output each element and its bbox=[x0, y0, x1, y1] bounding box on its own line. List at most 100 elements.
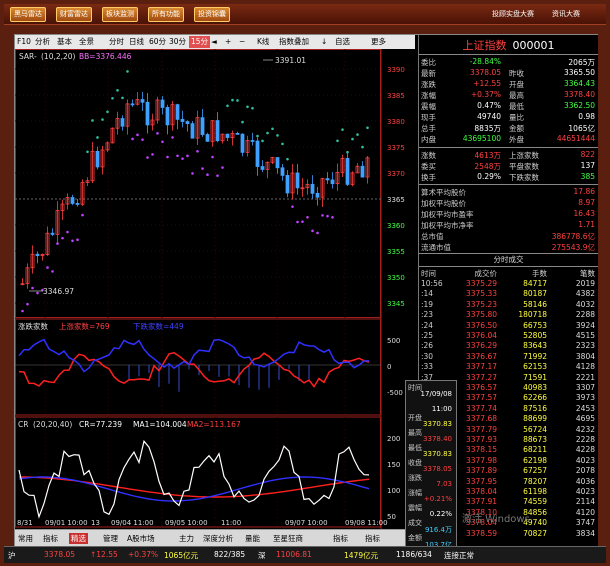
toolbar-60min[interactable]: 60分 bbox=[149, 36, 166, 48]
toolbar-15min[interactable]: 15分 bbox=[189, 36, 211, 48]
y-tick: 50 bbox=[387, 513, 396, 521]
quote-row: 内盘 43695100 外盘 44651444 bbox=[419, 134, 598, 144]
y-tick: 3355 bbox=[387, 248, 405, 256]
topbar-button-4[interactable]: 所有功能 bbox=[148, 7, 184, 22]
y-tick: 150 bbox=[387, 461, 400, 469]
topbar-button-5[interactable]: 投资锦囊 bbox=[194, 7, 230, 22]
status-item: 1186/634 bbox=[396, 550, 432, 559]
toolbar-overview[interactable]: 全景 bbox=[79, 36, 94, 48]
tick-price: 3376.67 bbox=[465, 351, 497, 361]
tab-manage[interactable]: 管理 bbox=[103, 533, 118, 544]
toolbar-zoom-in[interactable]: + bbox=[225, 36, 231, 48]
tick-row: :23 3375.80 180718 2288 bbox=[419, 310, 598, 320]
tick-price: 3376.50 bbox=[465, 320, 497, 330]
quote-label: 涨数 bbox=[421, 151, 436, 160]
quote-value: 8.97 bbox=[578, 198, 595, 207]
sar-dot bbox=[251, 106, 254, 110]
sar-dot bbox=[336, 139, 339, 143]
tick-row: 10:56 3375.29 84717 2019 bbox=[419, 279, 598, 289]
sar-dot bbox=[286, 157, 289, 161]
tick-header-count: 笔数 bbox=[580, 269, 595, 278]
quote-label: 上涨家数 bbox=[509, 151, 539, 160]
sar-dot bbox=[161, 140, 164, 144]
toolbar-daily[interactable]: 日线 bbox=[129, 36, 144, 48]
tick-header-volume: 手数 bbox=[532, 269, 547, 278]
sar-dot bbox=[206, 173, 209, 177]
sar-dot bbox=[211, 155, 214, 159]
toolbar-back[interactable]: ◄ bbox=[211, 36, 217, 48]
tick-list-title[interactable]: 分时成交 bbox=[419, 254, 598, 266]
sar-dot bbox=[356, 133, 359, 136]
quote-row: 最新 3378.05 昨收 3365.50 bbox=[419, 68, 598, 78]
quote-label: 最新 bbox=[421, 69, 436, 78]
toolbar-f10[interactable]: F10 bbox=[17, 36, 31, 48]
toolbar-basic[interactable]: 基本 bbox=[57, 36, 72, 48]
quote-value: 49740 bbox=[477, 112, 501, 121]
tab-star[interactable]: 至星狂商 bbox=[273, 533, 303, 544]
quote-value: 386778.6亿 bbox=[551, 232, 595, 241]
tab-selected[interactable]: 精选 bbox=[69, 533, 88, 544]
topbar-link-contest[interactable]: 投顾实盘大赛 bbox=[492, 9, 534, 19]
quote-value: 275543.9亿 bbox=[551, 243, 595, 252]
tick-count: 4128 bbox=[575, 362, 595, 372]
sar-params: (10,2,20) bbox=[41, 52, 76, 61]
tick-count: 2114 bbox=[575, 497, 595, 507]
panel2-up-label: 上涨家数=769 bbox=[59, 321, 110, 331]
y-tick: 3370 bbox=[387, 170, 405, 178]
quote-label: 震幅 bbox=[421, 102, 436, 111]
toolbar-zoom-out[interactable]: − bbox=[239, 36, 245, 48]
toolbar-watchlist[interactable]: 自选 bbox=[335, 36, 350, 48]
toolbar-kline[interactable]: K线 bbox=[257, 36, 269, 48]
tab-indicator-3[interactable]: 指标 bbox=[365, 533, 380, 544]
tick-volume: 88673 bbox=[523, 435, 547, 444]
toolbar-more[interactable]: 更多 bbox=[371, 36, 386, 48]
topbar-button-1[interactable]: 黑马雷达 bbox=[10, 7, 46, 22]
tick-volume: 88699 bbox=[523, 414, 547, 424]
toolbar-analysis[interactable]: 分析 bbox=[35, 36, 50, 48]
toolbar-intraday[interactable]: 分时 bbox=[109, 36, 124, 48]
quote-row: 涨幅 +0.37% 最高 3378.40 bbox=[419, 90, 598, 100]
sar-dot bbox=[321, 214, 324, 217]
tab-volume[interactable]: 量能 bbox=[245, 533, 260, 544]
quote-value: +12.55 bbox=[473, 79, 501, 88]
y-tick: 3350 bbox=[387, 274, 405, 282]
tick-volume: 52805 bbox=[523, 331, 547, 340]
topbar-button-3[interactable]: 板块监测 bbox=[102, 7, 138, 22]
tick-list-header: 时间 成交价 手数 笔数 bbox=[419, 268, 598, 278]
tick-row: :19 3375.23 58146 4032 bbox=[419, 300, 598, 310]
quote-value: 2065万 bbox=[568, 58, 595, 67]
tab-common[interactable]: 常用 bbox=[18, 533, 33, 544]
tooltip-value: 3370.83 bbox=[423, 420, 452, 428]
sar-dot bbox=[351, 137, 354, 141]
tick-price: 3376.04 bbox=[465, 331, 497, 340]
sar-dot bbox=[131, 137, 134, 141]
panel3-params: (20,20,40) bbox=[33, 420, 72, 429]
topbar-button-2[interactable]: 财富雷达 bbox=[56, 7, 92, 22]
tab-deep-analysis[interactable]: 深度分析 bbox=[203, 533, 233, 544]
sar-dot bbox=[106, 110, 109, 114]
tick-volume: 70827 bbox=[523, 528, 547, 538]
stock-chart[interactable]: SAR- (10,2,20) BB=3376.446 3391.01 3346.… bbox=[15, 49, 415, 529]
tick-row: :14 3375.33 80187 4382 bbox=[419, 289, 598, 299]
sar-dot bbox=[296, 220, 299, 224]
toolbar-30min[interactable]: 30分 bbox=[169, 36, 186, 48]
tick-price: 3376.29 bbox=[465, 341, 497, 351]
toolbar-down[interactable]: ↓ bbox=[321, 36, 327, 48]
topbar-link-news[interactable]: 资讯大赛 bbox=[552, 9, 580, 19]
toolbar-index-overlay[interactable]: 指数叠加 bbox=[279, 36, 309, 48]
quote-label: 平盘家数 bbox=[509, 162, 539, 171]
panel2-down-label: 下跌家数=449 bbox=[133, 321, 184, 331]
sar-dot bbox=[191, 172, 194, 175]
tick-price: 3375.23 bbox=[465, 299, 497, 309]
tab-a-shares[interactable]: A股市场 bbox=[127, 533, 155, 544]
tab-indicators[interactable]: 指标 bbox=[43, 533, 58, 544]
quote-value: 44651444 bbox=[556, 134, 595, 143]
tab-indicator-2[interactable]: 指标 bbox=[333, 533, 348, 544]
tab-main-force[interactable]: 主力 bbox=[179, 533, 194, 544]
y-tick: 3360 bbox=[387, 222, 405, 230]
tick-volume: 58146 bbox=[523, 299, 547, 309]
quote-header: 上证指数 000001 bbox=[419, 37, 598, 53]
top-bar: 黑马雷达 财富雷达 板块监测 所有功能 投资锦囊 投顾实盘大赛 资讯大赛 bbox=[4, 4, 606, 25]
quote-row: 委比 -28.84% 2065万 bbox=[419, 57, 598, 67]
status-item: +0.37% bbox=[128, 550, 159, 559]
